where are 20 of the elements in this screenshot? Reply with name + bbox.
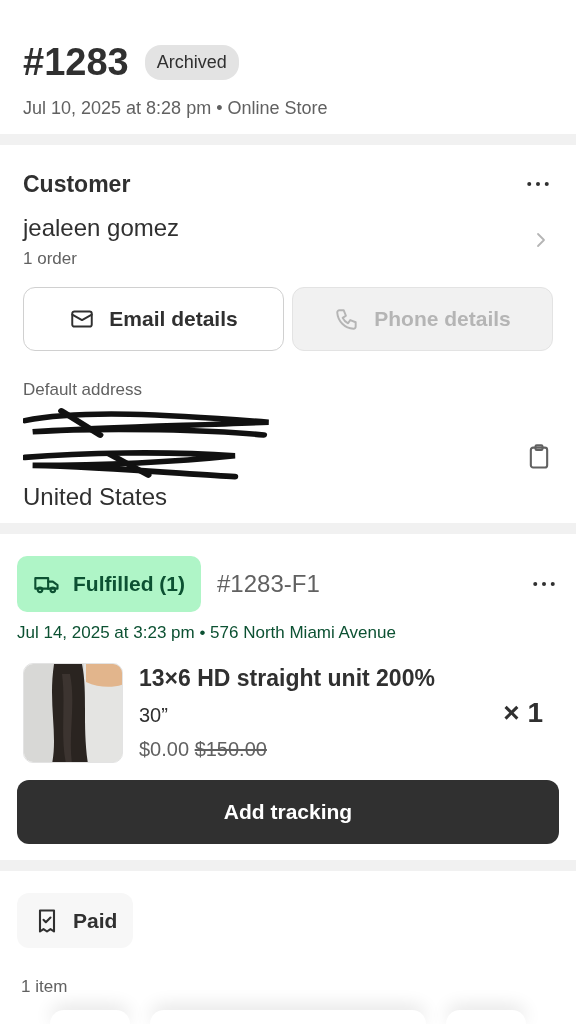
- add-tracking-button[interactable]: Add tracking: [17, 779, 559, 844]
- country-text: United States: [23, 482, 169, 512]
- payment-status-badge: Paid: [17, 892, 134, 949]
- item-variant: 30”: [139, 702, 169, 728]
- status-badge: Fulfilled (1): [17, 556, 201, 612]
- original-price: $150.00: [194, 737, 267, 760]
- customer-name[interactable]: jealeen gomez: [23, 209, 180, 246]
- order-count: 1 order: [23, 247, 78, 270]
- sale-price: $0.00: [139, 737, 190, 760]
- item-title: 13×6 HD straight unit 200%: [139, 664, 436, 694]
- address-label: Default address: [23, 379, 144, 401]
- status-badge: Archived: [144, 45, 239, 80]
- fulfillment-meta: Jul 14, 2025 at 3:23 pm • 576 North Miami Avenue: [17, 621, 397, 644]
- email-button[interactable]: Email details: [23, 287, 284, 351]
- order-number: #1283: [23, 40, 129, 85]
- item-count: 1 item: [20, 976, 69, 999]
- quantity: × 1: [503, 695, 544, 730]
- fulfillment-id: #1283-F1: [217, 569, 320, 600]
- section-title: Customer: [23, 170, 131, 199]
- order-meta: Jul 10, 2025 at 8:28 pm • Online Store: [23, 97, 329, 120]
